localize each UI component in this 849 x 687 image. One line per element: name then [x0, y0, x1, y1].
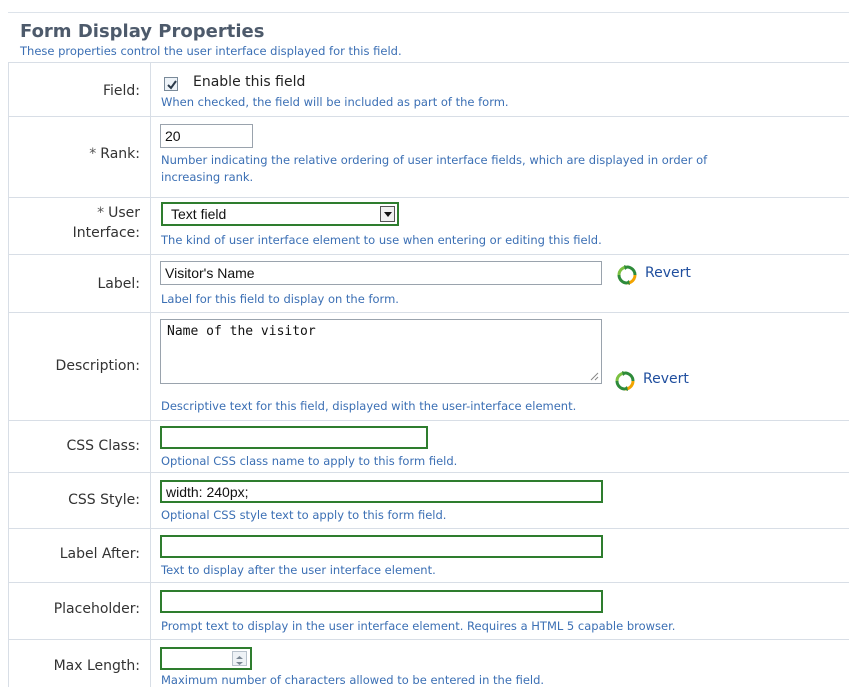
row-divider: [8, 312, 849, 313]
label-after-help: Text to display after the user interface…: [161, 563, 436, 577]
resize-grip-icon[interactable]: [590, 372, 599, 381]
section-title: Form Display Properties: [20, 21, 265, 42]
css-class-label: CSS Class:: [66, 438, 140, 454]
form-display-properties-panel: Form Display Properties These properties…: [0, 0, 849, 687]
required-mark: *: [89, 146, 97, 162]
enable-field-checkbox-label[interactable]: Enable this field: [193, 74, 305, 90]
description-help: Descriptive text for this field, display…: [161, 399, 577, 413]
section-header: Form Display Properties These properties…: [8, 12, 849, 62]
user-interface-label-line1: User: [108, 205, 140, 221]
css-style-help: Optional CSS style text to apply to this…: [161, 508, 447, 522]
row-divider: [8, 420, 849, 421]
user-interface-label: * User: [97, 205, 140, 221]
dropdown-arrow-icon[interactable]: [380, 206, 395, 222]
user-interface-selected-value: Text field: [171, 206, 227, 222]
row-divider: [8, 197, 849, 198]
label-input[interactable]: Visitor's Name: [160, 261, 602, 285]
label-label: Label:: [97, 276, 141, 292]
user-interface-label-line2: Interface:: [72, 225, 140, 241]
checkmark-icon: [167, 80, 177, 90]
row-divider: [8, 528, 849, 529]
rank-help-line2: increasing rank.: [161, 170, 254, 184]
row-divider: [8, 254, 849, 255]
row-divider: [8, 582, 849, 583]
placeholder-label: Placeholder:: [53, 601, 140, 617]
row-divider: [8, 62, 849, 63]
max-length-input[interactable]: [160, 647, 252, 670]
rank-label: * Rank:: [89, 146, 140, 162]
placeholder-help: Prompt text to display in the user inter…: [161, 619, 676, 633]
css-style-label: CSS Style:: [68, 492, 140, 508]
max-length-label: Max Length:: [53, 658, 140, 674]
rank-label-text: Rank:: [100, 146, 140, 162]
spinner-arrows-icon[interactable]: [232, 651, 247, 666]
css-style-input[interactable]: width: 240px;: [160, 480, 603, 503]
revert-icon: [615, 371, 635, 391]
label-after-label: Label After:: [59, 546, 140, 562]
row-divider: [8, 472, 849, 473]
row-divider: [8, 116, 849, 117]
section-subtitle: These properties control the user interf…: [20, 44, 402, 58]
table-column-divider: [150, 62, 151, 687]
label-revert-text[interactable]: Revert: [645, 265, 691, 281]
description-revert-text[interactable]: Revert: [643, 371, 689, 387]
description-value: Name of the visitor: [167, 324, 316, 339]
row-divider: [8, 639, 849, 640]
description-textarea[interactable]: Name of the visitor: [160, 319, 602, 384]
placeholder-input[interactable]: [160, 590, 603, 613]
field-label: Field:: [102, 83, 140, 99]
rank-help-line1: Number indicating the relative ordering …: [161, 153, 708, 167]
max-length-help: Maximum number of characters allowed to …: [161, 673, 545, 687]
rank-input[interactable]: 20: [160, 124, 253, 148]
css-class-help: Optional CSS class name to apply to this…: [161, 454, 458, 468]
css-class-input[interactable]: [160, 426, 428, 449]
description-label: Description:: [55, 358, 140, 374]
table-border-left: [8, 62, 9, 687]
required-mark: *: [97, 205, 105, 221]
label-after-input[interactable]: [160, 535, 603, 558]
label-help: Label for this field to display on the f…: [161, 292, 399, 306]
user-interface-select[interactable]: Text field: [161, 202, 399, 226]
enable-field-checkbox[interactable]: [164, 77, 178, 91]
user-interface-help: The kind of user interface element to us…: [161, 233, 602, 247]
revert-icon: [617, 265, 637, 285]
field-help: When checked, the field will be included…: [161, 95, 509, 109]
